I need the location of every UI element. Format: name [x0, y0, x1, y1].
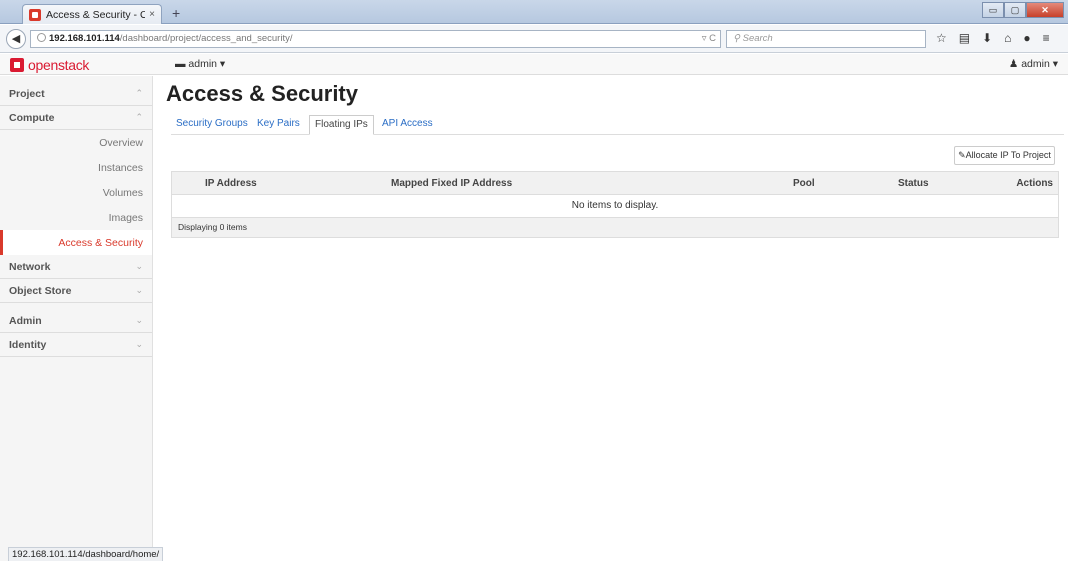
- browser-tab[interactable]: Access & Security - OpenS... ×: [22, 4, 162, 24]
- allocate-ip-button[interactable]: ✎Allocate IP To Project: [954, 146, 1055, 165]
- browser-search-input[interactable]: ⚲ Search: [726, 30, 926, 48]
- sidebar-section-label: Project: [9, 87, 45, 100]
- home-icon[interactable]: ⌂: [1004, 31, 1011, 45]
- star-icon[interactable]: ☆: [936, 31, 947, 45]
- column-header-pool[interactable]: Pool: [793, 178, 815, 189]
- globe-icon: [37, 33, 46, 42]
- chat-icon[interactable]: ●: [1023, 31, 1030, 45]
- tab-api-access[interactable]: API Access: [377, 115, 438, 135]
- search-placeholder: Search: [742, 33, 773, 44]
- column-header-ip-address[interactable]: IP Address: [205, 178, 257, 189]
- sidebar-section-label: Compute: [9, 111, 55, 124]
- tab-title: Access & Security - OpenS...: [46, 8, 146, 21]
- app-header: openstack ▬ admin ▾ ♟ admin ▾: [0, 54, 1068, 75]
- sidebar-section-admin[interactable]: Admin ⌄: [0, 309, 152, 333]
- chevron-down-icon: ⌄: [135, 261, 143, 271]
- browser-toolbar: ☆ ▤ ⬇ ⌂ ● ≡: [936, 31, 1050, 45]
- search-icon: ⚲: [733, 33, 743, 44]
- chevron-down-icon: ⌄: [135, 285, 143, 295]
- reload-icon[interactable]: ▿ C: [702, 31, 716, 47]
- tab-security-groups[interactable]: Security Groups: [171, 115, 253, 135]
- sidebar-section-label: Object Store: [9, 284, 72, 297]
- minimize-button[interactable]: ▭: [982, 2, 1004, 18]
- maximize-button[interactable]: ▢: [1004, 2, 1026, 18]
- bookmarks-icon[interactable]: ▤: [959, 31, 970, 45]
- project-icon: ▬: [175, 58, 189, 70]
- column-header-status[interactable]: Status: [898, 178, 929, 189]
- chevron-up-icon: ⌃: [135, 112, 143, 122]
- sidebar-section-label: Identity: [9, 338, 47, 351]
- tab-floating-ips[interactable]: Floating IPs: [309, 115, 374, 135]
- openstack-favicon-icon: [29, 8, 41, 21]
- project-dropdown[interactable]: ▬ admin ▾: [175, 58, 225, 70]
- new-tab-button[interactable]: +: [172, 5, 180, 21]
- tab-key-pairs[interactable]: Key Pairs: [252, 115, 305, 135]
- chevron-down-icon: ⌄: [135, 339, 143, 349]
- sidebar-item-access-security[interactable]: Access & Security: [0, 230, 152, 255]
- sidebar-section-compute[interactable]: Compute ⌃: [0, 106, 152, 130]
- floating-ips-table: IP Address Mapped Fixed IP Address Pool …: [171, 171, 1059, 238]
- logo-text: openstack: [28, 57, 90, 73]
- empty-table-message: No items to display.: [172, 195, 1058, 218]
- openstack-logo[interactable]: openstack: [10, 57, 89, 73]
- content-tabs: Security Groups Key Pairs Floating IPs A…: [171, 115, 1064, 135]
- openstack-logo-icon: [10, 58, 24, 72]
- sidebar: Project ⌃ Compute ⌃ Overview Instances V…: [0, 76, 153, 561]
- pencil-icon: ✎: [958, 150, 966, 160]
- url-path: /dashboard/project/access_and_security/: [119, 33, 293, 44]
- menu-icon[interactable]: ≡: [1043, 31, 1050, 45]
- user-icon: ♟: [1008, 58, 1022, 70]
- table-header: IP Address Mapped Fixed IP Address Pool …: [172, 172, 1058, 195]
- chevron-up-icon: ⌃: [135, 88, 143, 98]
- sidebar-item-overview[interactable]: Overview: [0, 130, 152, 155]
- column-header-mapped-fixed-ip[interactable]: Mapped Fixed IP Address: [391, 178, 512, 189]
- sidebar-section-label: Admin: [9, 314, 42, 327]
- download-icon[interactable]: ⬇: [982, 31, 992, 45]
- allocate-ip-label: Allocate IP To Project: [965, 150, 1051, 160]
- page-title: Access & Security: [166, 81, 358, 106]
- browser-status-url: 192.168.101.114/dashboard/home/: [8, 547, 164, 561]
- window-controls: ▭ ▢ ✕: [982, 2, 1064, 18]
- chevron-down-icon: ⌄: [135, 315, 143, 325]
- table-footer-count: Displaying 0 items: [172, 218, 1058, 237]
- sidebar-item-volumes[interactable]: Volumes: [0, 180, 152, 205]
- browser-tab-bar: Access & Security - OpenS... × + ▭ ▢ ✕: [0, 0, 1068, 24]
- user-dropdown-label: admin ▾: [1021, 58, 1058, 70]
- sidebar-item-instances[interactable]: Instances: [0, 155, 152, 180]
- sidebar-section-identity[interactable]: Identity ⌄: [0, 333, 152, 357]
- project-dropdown-label: admin ▾: [188, 58, 226, 70]
- sidebar-section-label: Network: [9, 260, 51, 273]
- sidebar-section-project[interactable]: Project ⌃: [0, 82, 152, 106]
- sidebar-section-network[interactable]: Network ⌄: [0, 255, 152, 279]
- tab-close-icon[interactable]: ×: [149, 9, 155, 20]
- user-dropdown[interactable]: ♟ admin ▾: [1009, 58, 1058, 70]
- sidebar-item-images[interactable]: Images: [0, 205, 152, 230]
- url-host: 192.168.101.114: [49, 33, 120, 44]
- close-window-button[interactable]: ✕: [1026, 2, 1064, 18]
- back-arrow-icon[interactable]: ◀: [6, 29, 26, 49]
- column-header-actions: Actions: [1016, 178, 1053, 189]
- url-bar[interactable]: 192.168.101.114/dashboard/project/access…: [30, 30, 721, 48]
- sidebar-section-object-store[interactable]: Object Store ⌄: [0, 279, 152, 303]
- browser-nav-bar: ◀ 192.168.101.114/dashboard/project/acce…: [0, 25, 1068, 53]
